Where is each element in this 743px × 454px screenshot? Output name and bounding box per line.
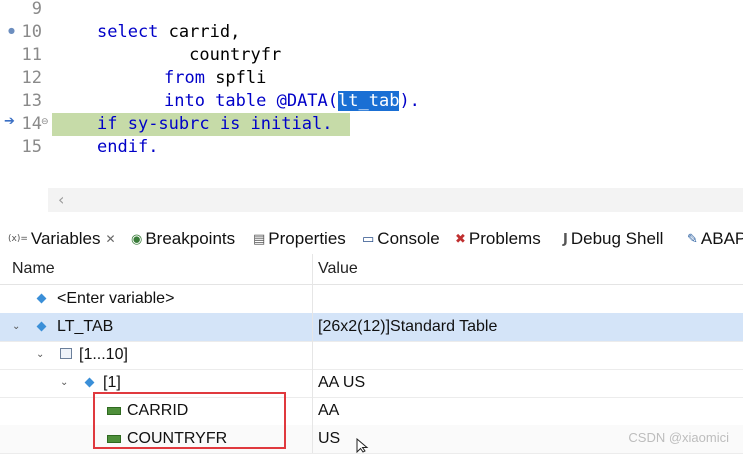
tab-label: ABAP bbox=[700, 229, 743, 248]
fold-toggle-icon[interactable]: ⊖ bbox=[41, 117, 49, 127]
structure-icon bbox=[84, 377, 95, 388]
problems-icon: ✖ bbox=[455, 231, 466, 247]
instruction-pointer-icon: ➔ bbox=[4, 114, 15, 129]
close-icon[interactable]: ✕ bbox=[106, 232, 116, 246]
view-tabs: (x)= Variables ✕ ◉ Breakpoints ▤ Propert… bbox=[0, 222, 743, 254]
row-name: LT_TAB bbox=[57, 318, 114, 335]
code-text: if sy-subrc is initial. bbox=[97, 114, 333, 134]
horizontal-scrollbar[interactable]: ‹ bbox=[48, 188, 743, 212]
code-text: from spfli bbox=[164, 68, 267, 88]
table-range-icon bbox=[60, 348, 72, 359]
tab-label: Properties bbox=[268, 229, 346, 248]
tab-label: Breakpoints bbox=[145, 229, 236, 248]
column-header-value[interactable]: Value bbox=[318, 260, 358, 278]
chevron-down-icon[interactable]: ⌄ bbox=[12, 321, 20, 333]
breakpoints-icon: ◉ bbox=[131, 231, 143, 247]
tab-console[interactable]: ▭ Console bbox=[362, 226, 440, 252]
line-number: 14 bbox=[21, 114, 42, 134]
line-number: 11 bbox=[21, 45, 42, 65]
row-name: CARRID bbox=[127, 402, 189, 419]
row-name[interactable]: <Enter variable> bbox=[57, 285, 174, 313]
tab-label: Console bbox=[377, 229, 440, 248]
properties-icon: ▤ bbox=[253, 231, 266, 247]
row-value: [26x2(12)]Standard Table bbox=[318, 318, 498, 335]
variable-icon bbox=[36, 293, 47, 304]
tab-variables[interactable]: (x)= Variables ✕ bbox=[8, 226, 116, 252]
line-number: 12 bbox=[21, 68, 42, 88]
annotation-marker-icon: ● bbox=[8, 26, 15, 35]
tab-label: Debug Shell bbox=[570, 229, 664, 248]
debug-shell-icon: J bbox=[563, 231, 568, 247]
table-header: Name Value bbox=[0, 254, 743, 285]
code-line-11: 11 countryfr bbox=[0, 44, 743, 67]
code-line-10: ● 10 select carrid, bbox=[0, 21, 743, 44]
field-icon bbox=[107, 407, 121, 415]
tab-debug-shell[interactable]: J Debug Shell bbox=[563, 226, 663, 252]
variables-table: Name Value <Enter variable> ⌄ LT_TAB [26… bbox=[0, 254, 743, 454]
code-line-9: 9 bbox=[0, 0, 743, 21]
code-text: endif. bbox=[97, 137, 159, 157]
column-divider[interactable] bbox=[312, 254, 313, 453]
code-line-13: 13 into table @DATA(lt_tab). bbox=[0, 90, 743, 113]
row-value: AA bbox=[318, 402, 340, 419]
table-row[interactable]: ⌄ LT_TAB [26x2(12)]Standard Table bbox=[0, 313, 743, 342]
abap-icon: ✎ bbox=[687, 231, 698, 247]
table-row[interactable]: ⌄ [1...10] bbox=[0, 341, 743, 370]
line-number: 13 bbox=[21, 91, 42, 111]
row-name: COUNTRYFR bbox=[127, 430, 228, 447]
table-row[interactable]: CARRID AA bbox=[0, 397, 743, 426]
table-row[interactable]: ⌄ [1] AA US bbox=[0, 369, 743, 398]
line-number: 9 bbox=[31, 0, 42, 19]
scroll-left-icon[interactable]: ‹ bbox=[58, 190, 64, 209]
console-icon: ▭ bbox=[362, 231, 375, 247]
code-line-15: 15 endif. bbox=[0, 136, 743, 159]
tab-properties[interactable]: ▤ Properties bbox=[253, 226, 346, 252]
code-line-12: 12 from spfli bbox=[0, 67, 743, 90]
code-editor[interactable]: 9 ● 10 select carrid, 11 countryfr 12 fr… bbox=[0, 0, 743, 186]
watermark: CSDN @xiaomici bbox=[628, 430, 729, 445]
variables-icon: (x)= bbox=[8, 234, 28, 244]
tab-label: Variables bbox=[30, 229, 101, 248]
row-name: [1] bbox=[103, 374, 121, 391]
code-line-14: ➔ 14 ⊖ if sy-subrc is initial. bbox=[0, 113, 743, 136]
chevron-down-icon[interactable]: ⌄ bbox=[60, 377, 68, 389]
variable-icon bbox=[36, 321, 47, 332]
field-icon bbox=[107, 435, 121, 443]
row-value: US bbox=[318, 430, 341, 447]
code-text: select carrid, bbox=[97, 22, 241, 42]
mouse-cursor-icon bbox=[356, 438, 369, 453]
tab-problems[interactable]: ✖ Problems bbox=[455, 226, 541, 252]
tab-label: Problems bbox=[468, 229, 541, 248]
selected-text: lt_tab bbox=[338, 91, 400, 111]
code-text: countryfr bbox=[97, 45, 282, 65]
line-number: 15 bbox=[21, 137, 42, 157]
row-value: AA US bbox=[318, 374, 366, 391]
row-name: [1...10] bbox=[79, 346, 128, 363]
table-row[interactable]: <Enter variable> bbox=[0, 285, 743, 314]
tab-breakpoints[interactable]: ◉ Breakpoints bbox=[131, 226, 235, 252]
code-text: into table @DATA(lt_tab). bbox=[164, 91, 420, 111]
line-number: 10 bbox=[21, 22, 42, 42]
tab-abap[interactable]: ✎ ABAP bbox=[687, 226, 743, 252]
column-header-name[interactable]: Name bbox=[12, 260, 55, 278]
chevron-down-icon[interactable]: ⌄ bbox=[36, 349, 44, 361]
